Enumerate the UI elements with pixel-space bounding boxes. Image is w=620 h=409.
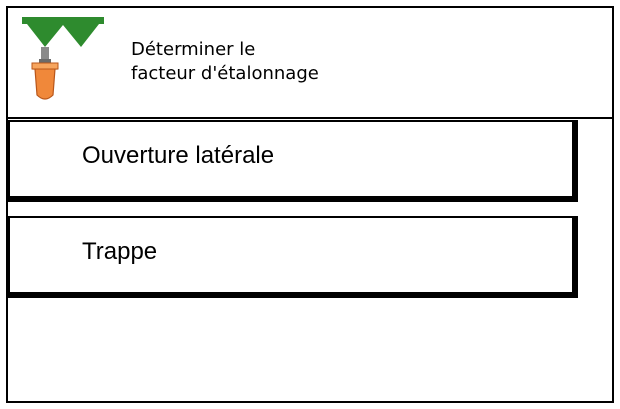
page-title-line-2: facteur d'étalonnage <box>131 63 319 84</box>
page-title: Déterminer le facteur d'étalonnage <box>131 38 319 86</box>
page-title-line-1: Déterminer le <box>131 39 256 60</box>
ouverture-laterale-button[interactable]: Ouverture latérale <box>8 120 578 202</box>
menu-item-label: Ouverture latérale <box>82 142 275 169</box>
spreader-bucket-icon <box>22 17 104 109</box>
screen-header: Déterminer le facteur d'étalonnage <box>8 8 612 116</box>
calibration-screen: Déterminer le facteur d'étalonnage Ouver… <box>6 6 614 403</box>
header-divider <box>8 117 612 119</box>
trappe-button[interactable]: Trappe <box>8 216 578 298</box>
menu-item-label: Trappe <box>82 238 158 265</box>
